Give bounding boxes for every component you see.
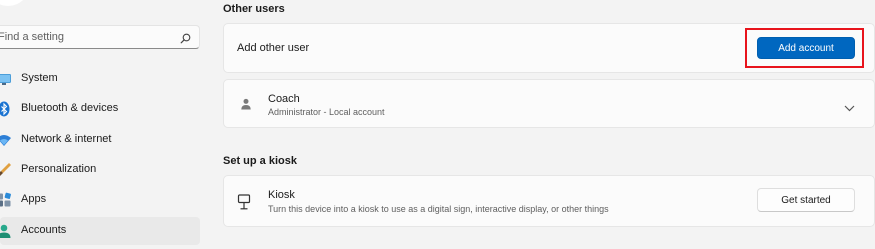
add-other-user-label: Add other user: [237, 42, 310, 54]
sidebar-item-label: Accounts: [21, 224, 67, 236]
sidebar-item-label: System: [21, 72, 58, 84]
chevron-down-icon[interactable]: [844, 99, 855, 117]
kiosk-icon: [237, 194, 251, 215]
network-icon: [0, 132, 12, 148]
sidebar-item-label: Network & internet: [21, 133, 112, 145]
highlight-box: [745, 28, 864, 68]
sidebar-item-accounts[interactable]: Accounts: [0, 217, 200, 245]
sidebar: System Bluetooth & devices Network & int…: [0, 0, 210, 249]
accounts-icon: [0, 223, 12, 239]
search-icon[interactable]: [180, 31, 191, 49]
kiosk-description: Turn this device into a kiosk to use as …: [268, 204, 609, 214]
get-started-button[interactable]: Get started: [757, 188, 855, 212]
sidebar-item-network-internet[interactable]: Network & internet: [0, 126, 200, 154]
other-users-heading: Other users: [223, 3, 285, 15]
person-icon: [240, 97, 252, 115]
apps-icon: [0, 192, 12, 208]
sidebar-item-bluetooth-devices[interactable]: Bluetooth & devices: [0, 95, 200, 123]
user-name: Coach: [268, 93, 300, 105]
personalization-icon: [0, 162, 12, 178]
sidebar-item-label: Apps: [21, 193, 47, 205]
sidebar-item-label: Bluetooth & devices: [21, 102, 119, 114]
search-box[interactable]: [0, 25, 200, 49]
sidebar-item-personalization[interactable]: Personalization: [0, 156, 200, 184]
user-detail: Administrator - Local account: [268, 107, 385, 117]
bluetooth-icon: [0, 101, 12, 117]
system-icon: [0, 71, 12, 87]
user-card-coach[interactable]: Coach Administrator - Local account: [223, 79, 875, 128]
kiosk-title: Kiosk: [268, 189, 295, 201]
sidebar-item-label: Personalization: [21, 163, 97, 175]
kiosk-heading: Set up a kiosk: [223, 155, 297, 167]
search-input[interactable]: [0, 26, 174, 48]
sidebar-item-system[interactable]: System: [0, 65, 200, 93]
avatar: [0, 0, 30, 6]
sidebar-item-apps[interactable]: Apps: [0, 186, 200, 214]
